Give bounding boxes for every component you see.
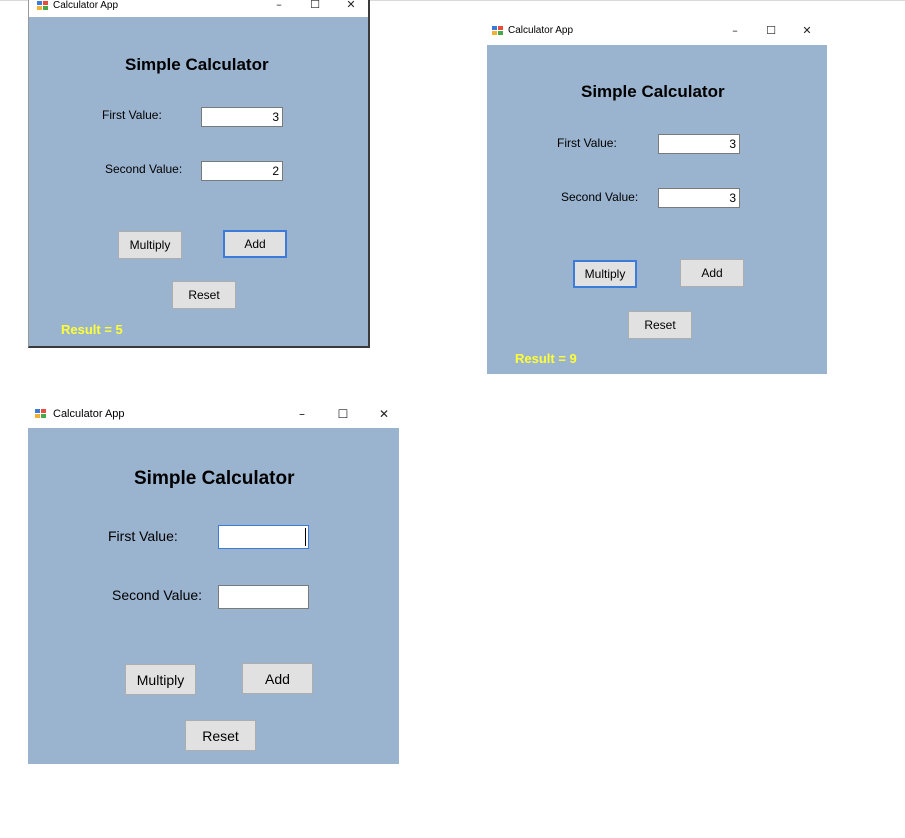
add-button[interactable]: Add [223,230,287,258]
window-title: Calculator App [53,0,119,11]
text-cursor [305,528,306,546]
add-button[interactable]: Add [242,663,313,694]
title-bar[interactable]: Calculator App – ☐ ✕ [29,0,368,14]
page-title: Simple Calculator [134,468,295,489]
result-label: Result = 5 [61,322,123,337]
first-value-input[interactable]: 3 [201,107,283,127]
result-label: Result = 9 [515,351,577,366]
second-value-input[interactable]: 3 [658,188,740,208]
close-button[interactable]: ✕ [797,24,817,37]
multiply-button[interactable]: Multiply [125,664,196,695]
second-value-label: Second Value: [105,162,183,176]
page-title: Simple Calculator [125,55,269,74]
reset-button[interactable]: Reset [185,720,256,751]
minimize-button[interactable]: – [269,0,289,11]
app-icon [35,409,47,419]
page-title: Simple Calculator [581,82,725,101]
app-icon [492,26,504,36]
calculator-window-1: Calculator App – ☐ ✕ Simple Calculator F… [28,0,370,348]
first-value-input[interactable] [218,525,309,549]
add-button[interactable]: Add [680,259,744,287]
second-value-input[interactable]: 2 [201,161,283,181]
first-value-label: First Value: [102,108,162,122]
window-title: Calculator App [508,25,574,36]
window-title: Calculator App [53,408,125,420]
maximize-button[interactable]: ☐ [761,24,781,37]
first-value-input[interactable]: 3 [658,134,740,154]
multiply-button[interactable]: Multiply [118,231,182,259]
calculator-window-2: Calculator App – ☐ ✕ Simple Calculator F… [487,18,827,374]
reset-button[interactable]: Reset [628,311,692,339]
close-button[interactable]: ✕ [374,407,394,421]
maximize-button[interactable]: ☐ [333,407,353,421]
close-button[interactable]: ✕ [341,0,361,11]
calculator-client-area: Simple Calculator First Value: 3 Second … [29,17,368,346]
minimize-button[interactable]: – [292,407,312,421]
first-value-label: First Value: [108,528,178,544]
app-icon [37,1,49,11]
second-value-label: Second Value: [561,190,639,204]
first-value-label: First Value: [557,136,617,150]
calculator-client-area: Simple Calculator First Value: Second Va… [28,428,399,764]
reset-button[interactable]: Reset [172,281,236,309]
minimize-button[interactable]: – [725,24,745,37]
multiply-button[interactable]: Multiply [573,260,637,288]
calculator-client-area: Simple Calculator First Value: 3 Second … [487,45,827,374]
second-value-input[interactable] [218,585,309,609]
title-bar[interactable]: Calculator App – ☐ ✕ [487,18,827,45]
maximize-button[interactable]: ☐ [305,0,325,11]
title-bar[interactable]: Calculator App – ☐ ✕ [28,401,399,428]
second-value-label: Second Value: [112,587,203,603]
calculator-window-3: Calculator App – ☐ ✕ Simple Calculator F… [28,401,399,764]
